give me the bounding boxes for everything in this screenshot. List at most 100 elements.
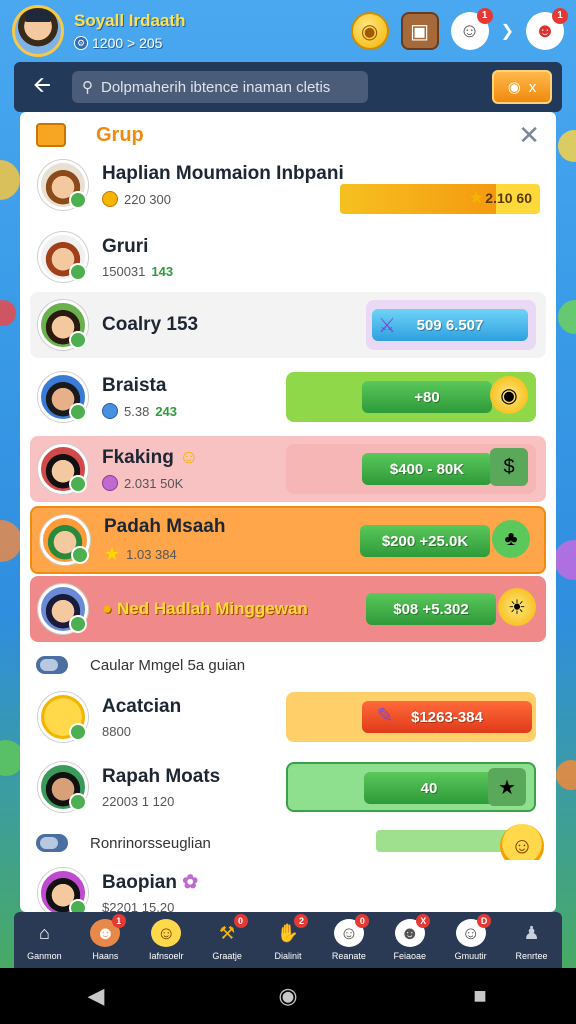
notification-badge: 1 bbox=[476, 8, 493, 24]
row-name: Rapah Moats bbox=[102, 765, 221, 787]
list-item[interactable]: ● Ned Hadlah Minggewan $08 +5.302 ☀ bbox=[30, 576, 546, 642]
sun-icon: ☀ bbox=[498, 588, 536, 626]
close-icon[interactable]: ✕ bbox=[518, 120, 540, 151]
row-sub: 8800 bbox=[102, 724, 181, 739]
nav-item-gmuutir[interactable]: ☺ D Gmuutir bbox=[440, 912, 501, 968]
nav-label: Dialinit bbox=[274, 951, 302, 961]
toggle-icon[interactable] bbox=[36, 834, 68, 852]
notification-badge: 1 bbox=[552, 8, 568, 24]
row-sub-text: 1.03 384 bbox=[126, 546, 177, 562]
list-item[interactable]: Rapah Moats 22003 1 120 40 ★ bbox=[30, 754, 546, 820]
avatar bbox=[38, 444, 88, 494]
reward-button[interactable]: $200 +25.0K bbox=[360, 525, 490, 557]
chevron-right-icon: ❯ bbox=[500, 23, 514, 40]
person-icon: ♟ bbox=[523, 922, 540, 943]
list-item[interactable]: Acatcian 8800 $1263-384 ✎ bbox=[30, 684, 546, 750]
row-sub-text: 22003 1 120 bbox=[102, 793, 175, 809]
list-item[interactable]: Padah Msaah ★ 1.03 384 $200 +25.0K ♣ bbox=[30, 506, 546, 574]
panel-title: Grup bbox=[96, 123, 144, 146]
row-sub-text: 2.031 50K bbox=[124, 475, 184, 491]
nav-item-dialinit[interactable]: ✋ 2 Dialinit bbox=[258, 912, 319, 968]
list-item[interactable]: Fkaking ☺ 2.031 50K $400 - 80K $ bbox=[30, 436, 546, 502]
section-label: Ronrinorsseuglian bbox=[36, 834, 211, 852]
list-item[interactable]: Haplian Moumaion Inbpani 220 300 2.10 60… bbox=[30, 152, 546, 218]
gem-icon bbox=[102, 403, 118, 419]
clear-button[interactable]: ◉ x bbox=[492, 70, 552, 104]
coin-icon[interactable]: ◉ bbox=[350, 12, 389, 50]
top-icons: ◉ ▣ ☺ 1 ❯ ☻ 1 bbox=[350, 8, 568, 50]
row-name: Braista bbox=[102, 375, 167, 396]
toggle-icon[interactable] bbox=[36, 656, 68, 674]
list-item[interactable]: Baopian ✿ $2201 15.20 bbox=[30, 860, 546, 912]
bg-decoration bbox=[554, 540, 576, 580]
list-item[interactable]: Gruri 150031 143 bbox=[30, 224, 546, 290]
reward-button[interactable]: +80 bbox=[362, 381, 492, 413]
row-sub: 5.38 243 bbox=[102, 403, 177, 419]
group-icon bbox=[36, 123, 66, 147]
reward-zone: 509 6.507 ⚔ bbox=[366, 300, 536, 350]
sword-icon: ⚔ bbox=[378, 314, 396, 337]
avatar bbox=[38, 692, 88, 742]
row-sub: 22003 1 120 bbox=[102, 794, 220, 809]
search-input[interactable] bbox=[101, 78, 331, 96]
back-arrow-icon[interactable]: 🡨 bbox=[24, 68, 60, 106]
star-icon: ★ bbox=[468, 188, 484, 207]
row-sub-text: 5.38 bbox=[124, 403, 150, 419]
search-bar: 🡨 ⚲ ◉ x bbox=[14, 62, 562, 112]
brush-icon: ✎ bbox=[376, 704, 394, 727]
group-panel: Grup ✕ Haplian Moumaion Inbpani 220 300 … bbox=[20, 112, 556, 912]
nav-label: Ganmon bbox=[27, 951, 62, 961]
avatar bbox=[38, 232, 88, 282]
player-name: Soyall Irdaath bbox=[74, 11, 186, 30]
reward-zone: $1263-384 ✎ bbox=[286, 692, 536, 742]
reward-zone: 40 ★ bbox=[286, 762, 536, 812]
recents-icon[interactable]: ■ bbox=[460, 983, 500, 1009]
face-icon[interactable]: ☻ 1 bbox=[526, 8, 568, 50]
trophy-icon: ● bbox=[102, 599, 113, 618]
nav-item-haans[interactable]: ☻ 1 Haans bbox=[75, 912, 136, 968]
nav-label: Graatje bbox=[212, 951, 242, 961]
list-item[interactable]: Braista 5.38 243 +80 ◉ bbox=[30, 364, 546, 430]
player-avatar[interactable] bbox=[12, 5, 64, 57]
coin-icon bbox=[102, 191, 118, 207]
ghost-icon[interactable]: ☺ 1 bbox=[450, 8, 493, 50]
avatar bbox=[38, 762, 88, 812]
bg-decoration bbox=[558, 300, 576, 334]
section-label-text: Caular Mmgel 5a guian bbox=[90, 656, 246, 674]
notification-badge: 2 bbox=[294, 914, 309, 928]
home-circle-icon[interactable]: ◉ bbox=[268, 983, 308, 1009]
nav-item-home[interactable]: ⌂ Ganmon bbox=[14, 912, 75, 968]
reward-zone: $400 - 80K $ bbox=[286, 444, 536, 494]
reward-button[interactable]: $400 - 80K bbox=[362, 453, 492, 485]
clear-label: x bbox=[528, 78, 537, 96]
row-name: Fkaking ☺ bbox=[102, 447, 199, 469]
nav-item-graatje[interactable]: ⚒ 0 Graatje bbox=[197, 912, 258, 968]
bg-decoration bbox=[556, 760, 576, 790]
avatar bbox=[38, 160, 88, 210]
reward-value: $08 +5.302 bbox=[393, 600, 469, 618]
back-icon[interactable]: ◀ bbox=[76, 983, 116, 1009]
reward-button[interactable]: $08 +5.302 bbox=[366, 593, 496, 625]
avatar bbox=[40, 515, 90, 565]
section-label: Caular Mmgel 5a guian bbox=[36, 656, 245, 674]
chest-icon[interactable]: ▣ bbox=[400, 12, 439, 50]
nav-item-renrtee[interactable]: ♟ Renrtee bbox=[501, 912, 562, 968]
search-field[interactable]: ⚲ bbox=[72, 71, 368, 103]
row-name: Haplian Moumaion Inbpani bbox=[102, 163, 344, 184]
list-item[interactable]: Coalry 153 509 6.507 ⚔ bbox=[30, 292, 546, 358]
reward-button[interactable]: 40 bbox=[364, 772, 494, 804]
notification-badge: 1 bbox=[111, 914, 126, 928]
reward-value: 509 6.507 bbox=[416, 316, 484, 334]
nav-item-feiaoae[interactable]: ☻ X Feiaoae bbox=[379, 912, 440, 968]
nav-label: Haans bbox=[92, 951, 119, 961]
nav-item-reanate[interactable]: ☺ 0 Reanate bbox=[318, 912, 379, 968]
bg-decoration bbox=[0, 520, 22, 562]
notification-badge: 0 bbox=[355, 914, 370, 928]
row-sub: 2.031 50K bbox=[102, 475, 199, 491]
avatar bbox=[38, 868, 88, 912]
nav-label: Gmuutir bbox=[454, 951, 487, 961]
nav-item-iafnsoelr[interactable]: ☺ Iafnsoelr bbox=[136, 912, 197, 968]
row-sub: ★ 1.03 384 bbox=[104, 544, 225, 565]
gift-icon: ✿ bbox=[182, 872, 199, 893]
row-name: Padah Msaah bbox=[104, 515, 226, 537]
